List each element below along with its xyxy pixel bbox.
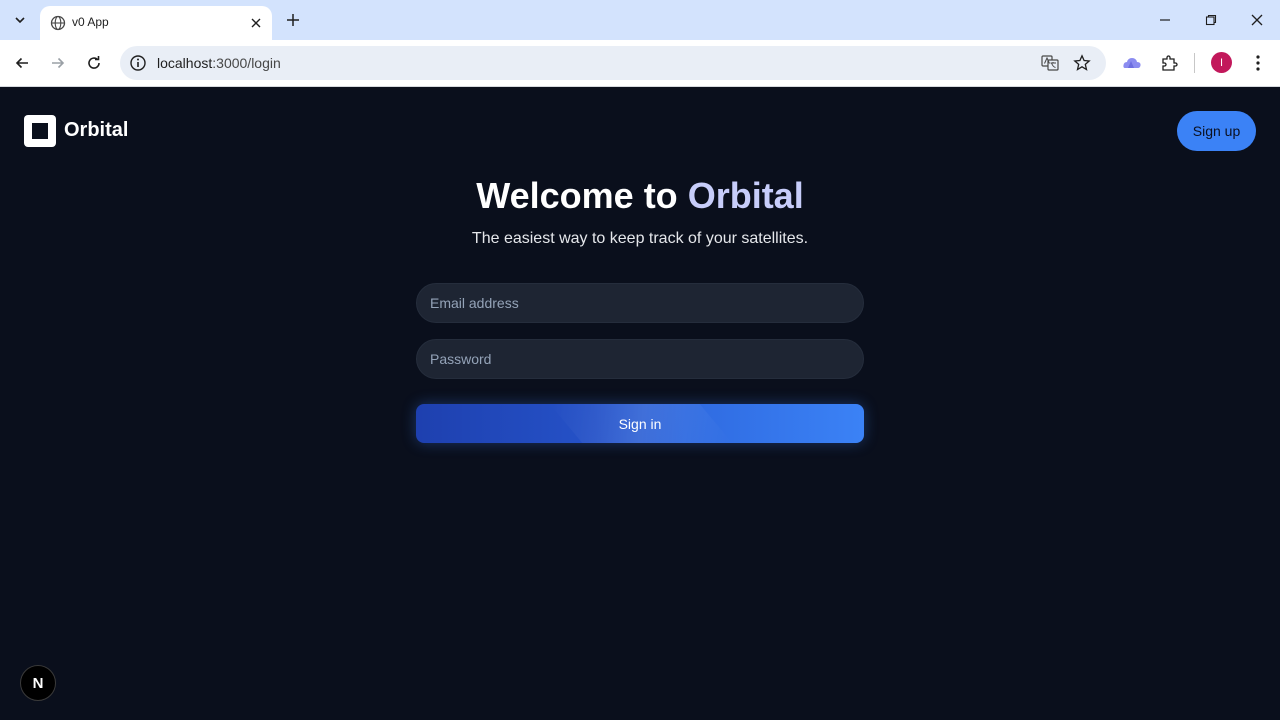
password-input[interactable] [416,339,864,379]
close-tab-icon[interactable] [246,13,266,33]
email-input[interactable] [416,283,864,323]
tab-search-chevron-icon[interactable] [8,8,32,32]
bookmark-star-icon[interactable] [1072,53,1092,73]
forward-arrow-icon[interactable] [46,51,70,75]
profile-avatar[interactable]: I [1211,52,1232,73]
url-path: :3000/login [212,55,281,71]
extensions-puzzle-icon[interactable] [1158,52,1180,74]
page-title-accent: Orbital [687,175,804,216]
address-bar[interactable]: localhost:3000/login [120,46,1106,80]
login-page: Orbital Sign up Welcome to Orbital The e… [0,88,1280,720]
toolbar-divider [1194,53,1195,73]
url-host: localhost [157,55,213,71]
url-text[interactable]: localhost:3000/login [157,55,281,71]
browser-tab-bar: v0 App [0,0,1280,40]
page-title: Welcome to Orbital [0,175,1280,217]
close-window-icon[interactable] [1244,8,1270,32]
orbital-logo-icon[interactable] [24,115,56,147]
translate-icon[interactable] [1040,53,1060,73]
more-menu-kebab-icon[interactable] [1247,52,1269,74]
site-info-icon[interactable] [129,54,147,72]
extension-cloud-icon[interactable] [1121,52,1143,74]
new-tab-plus-icon[interactable] [282,9,304,31]
sign-up-button[interactable]: Sign up [1177,111,1256,151]
browser-toolbar: localhost:3000/login [0,40,1280,87]
brand-name[interactable]: Orbital [64,119,128,142]
tab-title: v0 App [72,15,109,29]
reload-icon[interactable] [82,51,106,75]
minimize-window-icon[interactable] [1152,8,1178,32]
back-arrow-icon[interactable] [10,51,34,75]
page-subtitle: The easiest way to keep track of your sa… [471,230,809,247]
restore-window-icon[interactable] [1198,8,1224,32]
sign-in-label: Sign in [618,415,662,432]
sign-in-button[interactable]: Sign in [416,404,864,443]
page-title-prefix: Welcome to [476,175,688,216]
nextjs-dev-badge-icon[interactable]: N [20,665,56,701]
browser-tab[interactable]: v0 App [40,6,272,40]
globe-icon [50,15,66,31]
